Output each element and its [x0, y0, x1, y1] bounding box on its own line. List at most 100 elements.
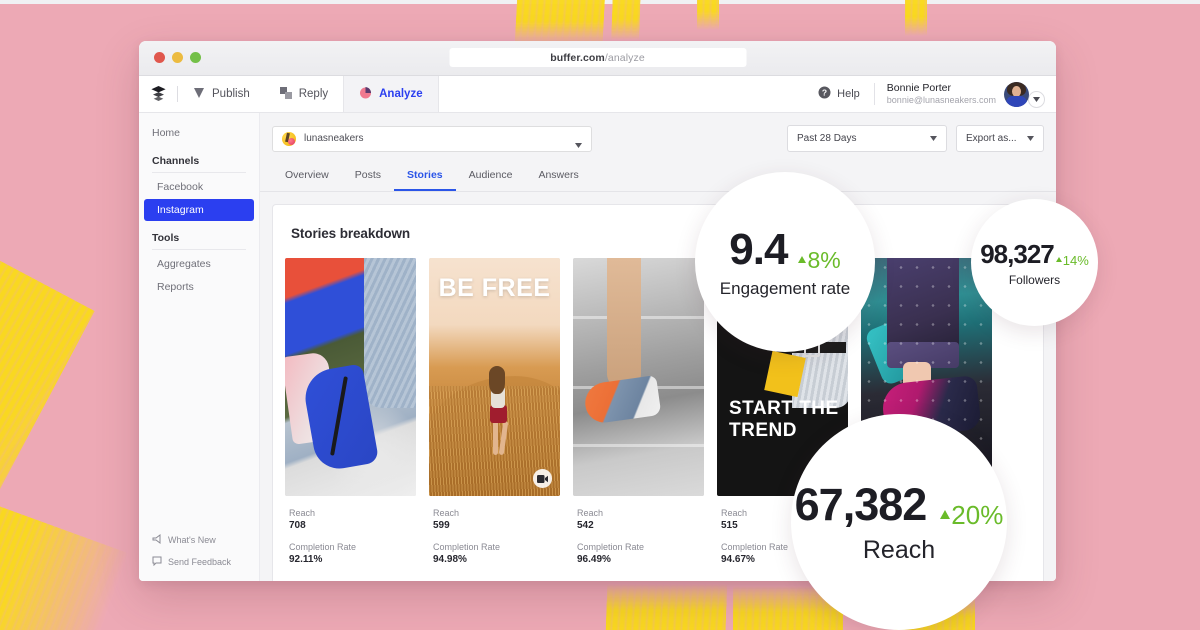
analyze-pie-icon — [359, 86, 372, 102]
window-controls[interactable] — [154, 52, 201, 63]
callout-delta-value: 20% — [951, 500, 1004, 530]
reach-label: Reach — [433, 508, 460, 518]
user-email: bonnie@lunasneakers.com — [886, 94, 996, 105]
url-domain: buffer.com — [550, 51, 605, 64]
help-button[interactable]: ? Help — [818, 86, 874, 102]
sidebar: Home Channels Facebook Instagram Tools A… — [139, 113, 260, 581]
help-circle-icon: ? — [818, 86, 831, 102]
export-button[interactable]: Export as... — [956, 125, 1044, 152]
channel-name: lunasneakers — [304, 133, 364, 144]
nav-item-publish-label: Publish — [212, 88, 250, 100]
sidebar-divider-channels — [152, 172, 246, 173]
tab-stories[interactable]: Stories — [394, 163, 456, 191]
callout-value-row: 9.4 8% — [729, 225, 840, 275]
sidebar-item-whats-new[interactable]: What's New — [139, 529, 259, 551]
callout-label: Reach — [862, 536, 936, 564]
nav-item-analyze[interactable]: Analyze — [343, 76, 439, 112]
video-badge-icon — [533, 469, 552, 488]
story-image — [285, 258, 416, 496]
completion-value: 96.49% — [577, 554, 611, 565]
sidebar-item-reports[interactable]: Reports — [144, 276, 254, 298]
date-range-selector[interactable]: Past 28 Days — [787, 125, 947, 152]
brush-stroke-top-4 — [905, 0, 927, 36]
brush-stroke-bottom-1 — [604, 584, 728, 630]
story-stats: Reach 599 Completion Rate 94.98% — [429, 496, 560, 565]
tab-posts[interactable]: Posts — [342, 163, 394, 191]
callout-value: 9.4 — [729, 225, 788, 274]
reply-icon — [279, 86, 292, 102]
sidebar-item-send-feedback[interactable]: Send Feedback — [139, 551, 259, 573]
reach-value: 708 — [289, 520, 306, 531]
channel-selector[interactable]: lunasneakers — [272, 125, 592, 153]
nav-item-reply[interactable]: Reply — [265, 76, 343, 112]
toolbar-right-controls: Past 28 Days Export as... — [787, 125, 1044, 152]
screenshot-stage: buffer.com/analyze Publish Reply Analyze… — [0, 0, 1200, 630]
channel-chevron-down-icon[interactable] — [575, 135, 582, 153]
tab-audience[interactable]: Audience — [456, 163, 526, 191]
address-bar[interactable]: buffer.com/analyze — [449, 48, 746, 67]
story-stats: Reach 542 Completion Rate 96.49% — [573, 496, 704, 565]
story-card[interactable]: BE FREE Reach 599 Completion Rate 94.98% — [429, 258, 560, 576]
story-image — [573, 258, 704, 496]
story-card[interactable]: Reach 542 Completion Rate 96.49% — [573, 258, 704, 576]
completion-label: Completion Rate — [433, 542, 501, 552]
nav-item-publish[interactable]: Publish — [178, 76, 265, 112]
nav-right-cluster: ? Help Bonnie Porter bonnie@lunasneakers… — [818, 76, 1056, 112]
sidebar-item-instagram[interactable]: Instagram — [144, 199, 254, 221]
tab-overview[interactable]: Overview — [272, 163, 342, 191]
export-chevron-down-icon — [1027, 133, 1034, 144]
callout-engagement-rate: 9.4 8% Engagement rate — [695, 172, 875, 352]
sidebar-heading-channels: Channels — [152, 155, 200, 167]
user-menu[interactable]: Bonnie Porter bonnie@lunasneakers.com — [875, 80, 1045, 108]
url-path: /analyze — [604, 51, 645, 64]
completion-value: 94.98% — [433, 554, 467, 565]
callout-delta-value: 14% — [1062, 252, 1089, 268]
card-header: Stories breakdown Add — [273, 205, 1043, 258]
completion-label: Completion Rate — [577, 542, 645, 552]
sidebar-item-aggregates[interactable]: Aggregates — [144, 253, 254, 275]
sidebar-item-home[interactable]: Home — [139, 121, 259, 145]
user-name: Bonnie Porter — [886, 81, 952, 94]
sidebar-item-facebook[interactable]: Facebook — [144, 176, 254, 198]
avatar[interactable] — [1004, 81, 1029, 107]
story-stats: Reach 708 Completion Rate 92.11% — [285, 496, 416, 565]
story-card[interactable]: Reach 708 Completion Rate 92.11% — [285, 258, 416, 576]
callout-delta: 8% — [798, 247, 841, 274]
callout-label: Followers — [1008, 272, 1061, 287]
reach-value: 599 — [433, 520, 450, 531]
callout-delta: 20% — [940, 500, 1003, 531]
callout-reach: 67,382 20% Reach — [791, 414, 1007, 630]
user-menu-chevron-down-icon[interactable] — [1028, 91, 1045, 108]
channel-avatar-icon — [282, 131, 296, 146]
minimize-window-button[interactable] — [172, 52, 183, 63]
callout-value-row: 67,382 20% — [795, 479, 1004, 531]
date-range-chevron-down-icon — [930, 133, 937, 144]
help-label: Help — [837, 88, 860, 100]
callout-value-row: 98,327 14% — [980, 239, 1089, 270]
app-top-nav: Publish Reply Analyze ? Help Bonnie Port… — [139, 76, 1056, 113]
tab-answers[interactable]: Answers — [525, 163, 591, 191]
story-thumbnail[interactable] — [285, 258, 416, 496]
reach-label: Reach — [289, 508, 316, 518]
sidebar-whats-new-label: What's New — [168, 535, 216, 545]
story-thumbnail[interactable] — [573, 258, 704, 496]
reach-label: Reach — [577, 508, 604, 518]
nav-item-analyze-label: Analyze — [379, 88, 423, 100]
trend-up-icon — [940, 510, 951, 519]
maximize-window-button[interactable] — [190, 52, 201, 63]
story-thumbnail[interactable]: BE FREE — [429, 258, 560, 496]
sidebar-divider-tools — [152, 249, 246, 250]
close-window-button[interactable] — [154, 52, 165, 63]
callout-value: 67,382 — [794, 479, 928, 530]
story-overlay-text: START THE TREND — [729, 398, 839, 442]
completion-value: 92.11% — [289, 554, 323, 565]
buffer-logo-icon[interactable] — [139, 76, 177, 112]
brush-stroke-top-2 — [611, 0, 641, 40]
callout-value: 98,327 — [980, 238, 1055, 269]
trend-up-icon — [1055, 256, 1062, 262]
story-overlay-text: BE FREE — [438, 274, 551, 302]
sidebar-send-feedback-label: Send Feedback — [168, 557, 232, 567]
sidebar-heading-tools: Tools — [152, 232, 180, 244]
callout-followers: 98,327 14% Followers — [971, 199, 1098, 326]
completion-label: Completion Rate — [289, 542, 357, 552]
